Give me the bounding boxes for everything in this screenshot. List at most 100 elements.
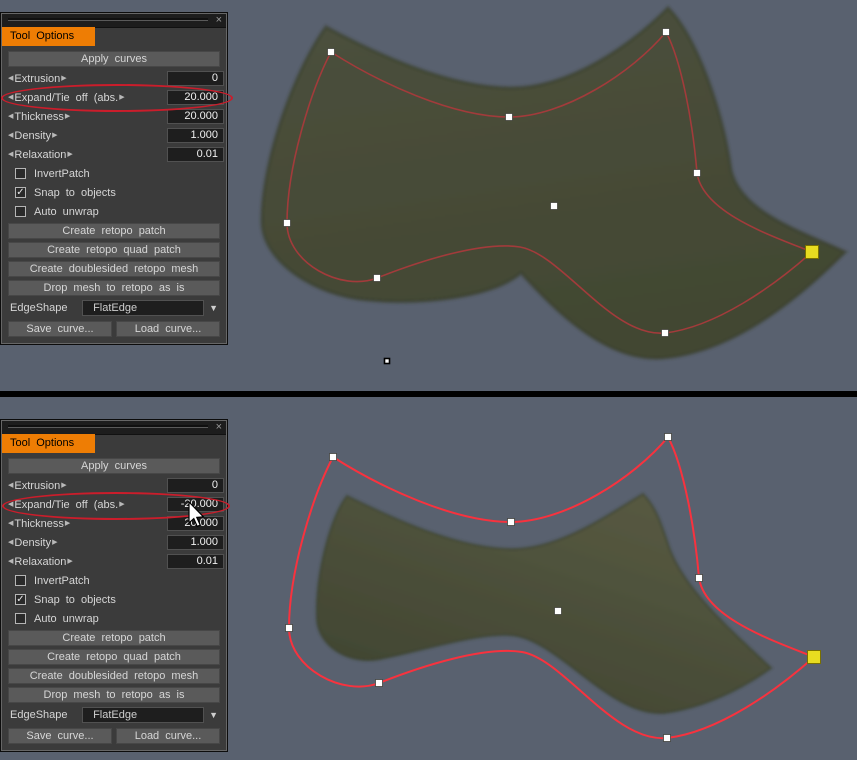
patch-surface-expanded <box>262 8 845 358</box>
checkbox-box[interactable] <box>15 206 26 217</box>
checkbox-box[interactable] <box>15 168 26 179</box>
edgeshape-label: EdgeShape <box>9 302 69 314</box>
spinner-value[interactable]: 20.000 <box>167 90 224 105</box>
control-point[interactable] <box>694 170 701 177</box>
spinner-right-icon[interactable]: ▶ <box>52 128 57 143</box>
checkbox-label: Auto unwrap <box>33 206 100 218</box>
checkbox-auto-unwrap[interactable]: Auto unwrap <box>8 611 220 626</box>
app-screen: × Tool Options Apply curves ◀ Extrusion … <box>0 0 857 760</box>
create-doublesided-retopo-mesh-button[interactable]: Create doublesided retopo mesh <box>8 261 220 277</box>
create-doublesided-retopo-mesh-button[interactable]: Create doublesided retopo mesh <box>8 668 220 684</box>
panel-body: Apply curves ◀ Extrusion ▶ 0 ◀ Expand/Ti… <box>8 51 220 337</box>
spinner-value[interactable]: 1.000 <box>167 535 224 550</box>
control-point[interactable] <box>330 454 337 461</box>
spinner-value[interactable]: 1.000 <box>167 128 224 143</box>
check-icon: ✓ <box>16 595 24 604</box>
spinner-label: Expand/Tie off (abs. <box>13 92 119 104</box>
curve-file-buttons: Save curve... Load curve... <box>8 728 220 744</box>
dropdown-arrow-icon[interactable]: ▼ <box>209 303 218 313</box>
control-point[interactable] <box>551 203 558 210</box>
spinner-value[interactable]: 20.000 <box>167 109 224 124</box>
spinner-label: Thickness <box>13 111 65 123</box>
spinner-right-icon[interactable]: ▶ <box>65 516 70 531</box>
close-icon[interactable]: × <box>216 14 222 26</box>
mouse-cursor <box>183 499 207 529</box>
tab-tool-options[interactable]: Tool Options <box>2 27 95 46</box>
checkbox-invertpatch[interactable]: InvertPatch <box>8 573 220 588</box>
spinner-right-icon[interactable]: ▶ <box>52 535 57 550</box>
control-point[interactable] <box>555 608 562 615</box>
selected-control-point[interactable] <box>806 246 819 259</box>
edgeshape-select[interactable]: FlatEdge <box>82 707 204 723</box>
close-icon[interactable]: × <box>216 421 222 433</box>
control-point[interactable] <box>662 330 669 337</box>
create-retopo-quad-patch-button[interactable]: Create retopo quad patch <box>8 649 220 665</box>
spinner-value[interactable]: 0 <box>167 478 224 493</box>
create-retopo-patch-button[interactable]: Create retopo patch <box>8 223 220 239</box>
edgeshape-select[interactable]: FlatEdge <box>82 300 204 316</box>
check-icon: ✓ <box>16 188 24 197</box>
tool-options-panel: × Tool Options Apply curves ◀ Extrusion … <box>1 420 227 751</box>
spinner-relaxation: ◀ Relaxation ▶ 0.01 <box>8 554 220 569</box>
spinner-right-icon[interactable]: ▶ <box>119 497 124 512</box>
spinner-right-icon[interactable]: ▶ <box>67 147 72 162</box>
panel-titlebar[interactable]: × <box>2 14 226 28</box>
spinner-label: Relaxation <box>13 149 67 161</box>
drop-mesh-to-retopo-button[interactable]: Drop mesh to retopo as is <box>8 280 220 296</box>
spinner-right-icon[interactable]: ▶ <box>67 554 72 569</box>
checkbox-auto-unwrap[interactable]: Auto unwrap <box>8 204 220 219</box>
control-point[interactable] <box>696 575 703 582</box>
spinner-thickness: ◀ Thickness ▶ 20.000 <box>8 109 220 124</box>
spinner-label: Density <box>13 130 52 142</box>
checkbox-box[interactable]: ✓ <box>15 187 26 198</box>
control-point[interactable] <box>376 680 383 687</box>
spinner-right-icon[interactable]: ▶ <box>61 71 66 86</box>
spinner-density: ◀ Density ▶ 1.000 <box>8 128 220 143</box>
dropdown-arrow-icon[interactable]: ▼ <box>209 710 218 720</box>
spinner-right-icon[interactable]: ▶ <box>65 109 70 124</box>
apply-curves-button[interactable]: Apply curves <box>8 458 220 474</box>
spinner-label: Thickness <box>13 518 65 530</box>
checkbox-snap-to-objects[interactable]: ✓ Snap to objects <box>8 185 220 200</box>
drag-grip <box>8 425 208 428</box>
panel-titlebar[interactable]: × <box>2 421 226 435</box>
checkbox-label: Snap to objects <box>33 187 117 199</box>
spinner-right-icon[interactable]: ▶ <box>61 478 66 493</box>
control-point[interactable] <box>374 275 381 282</box>
control-point[interactable] <box>663 29 670 36</box>
curve-file-buttons: Save curve... Load curve... <box>8 321 220 337</box>
save-curve-button[interactable]: Save curve... <box>8 728 112 744</box>
control-point[interactable] <box>664 735 671 742</box>
spinner-extrusion: ◀ Extrusion ▶ 0 <box>8 478 220 493</box>
control-point[interactable] <box>508 519 515 526</box>
spinner-value[interactable]: 0.01 <box>167 147 224 162</box>
checkbox-box[interactable] <box>15 613 26 624</box>
create-retopo-patch-button[interactable]: Create retopo patch <box>8 630 220 646</box>
curve-start-point[interactable] <box>385 359 390 364</box>
load-curve-button[interactable]: Load curve... <box>116 728 220 744</box>
control-point[interactable] <box>284 220 291 227</box>
selected-control-point[interactable] <box>808 651 821 664</box>
spinner-relaxation: ◀ Relaxation ▶ 0.01 <box>8 147 220 162</box>
tab-tool-options[interactable]: Tool Options <box>2 434 95 453</box>
checkbox-box[interactable]: ✓ <box>15 594 26 605</box>
apply-curves-button[interactable]: Apply curves <box>8 51 220 67</box>
control-point[interactable] <box>506 114 513 121</box>
spinner-right-icon[interactable]: ▶ <box>119 90 124 105</box>
control-point[interactable] <box>328 49 335 56</box>
spinner-label: Extrusion <box>13 73 61 85</box>
drop-mesh-to-retopo-button[interactable]: Drop mesh to retopo as is <box>8 687 220 703</box>
control-point[interactable] <box>665 434 672 441</box>
spinner-label: Expand/Tie off (abs. <box>13 499 119 511</box>
checkbox-box[interactable] <box>15 575 26 586</box>
create-retopo-quad-patch-button[interactable]: Create retopo quad patch <box>8 242 220 258</box>
load-curve-button[interactable]: Load curve... <box>116 321 220 337</box>
save-curve-button[interactable]: Save curve... <box>8 321 112 337</box>
control-point[interactable] <box>286 625 293 632</box>
spinner-value[interactable]: 0 <box>167 71 224 86</box>
checkbox-invertpatch[interactable]: InvertPatch <box>8 166 220 181</box>
spinner-expand-tie-off: ◀ Expand/Tie off (abs. ▶ 20.000 <box>8 90 220 105</box>
spinner-value[interactable]: 0.01 <box>167 554 224 569</box>
edgeshape-row: EdgeShape FlatEdge ▼ <box>8 299 220 316</box>
checkbox-snap-to-objects[interactable]: ✓ Snap to objects <box>8 592 220 607</box>
